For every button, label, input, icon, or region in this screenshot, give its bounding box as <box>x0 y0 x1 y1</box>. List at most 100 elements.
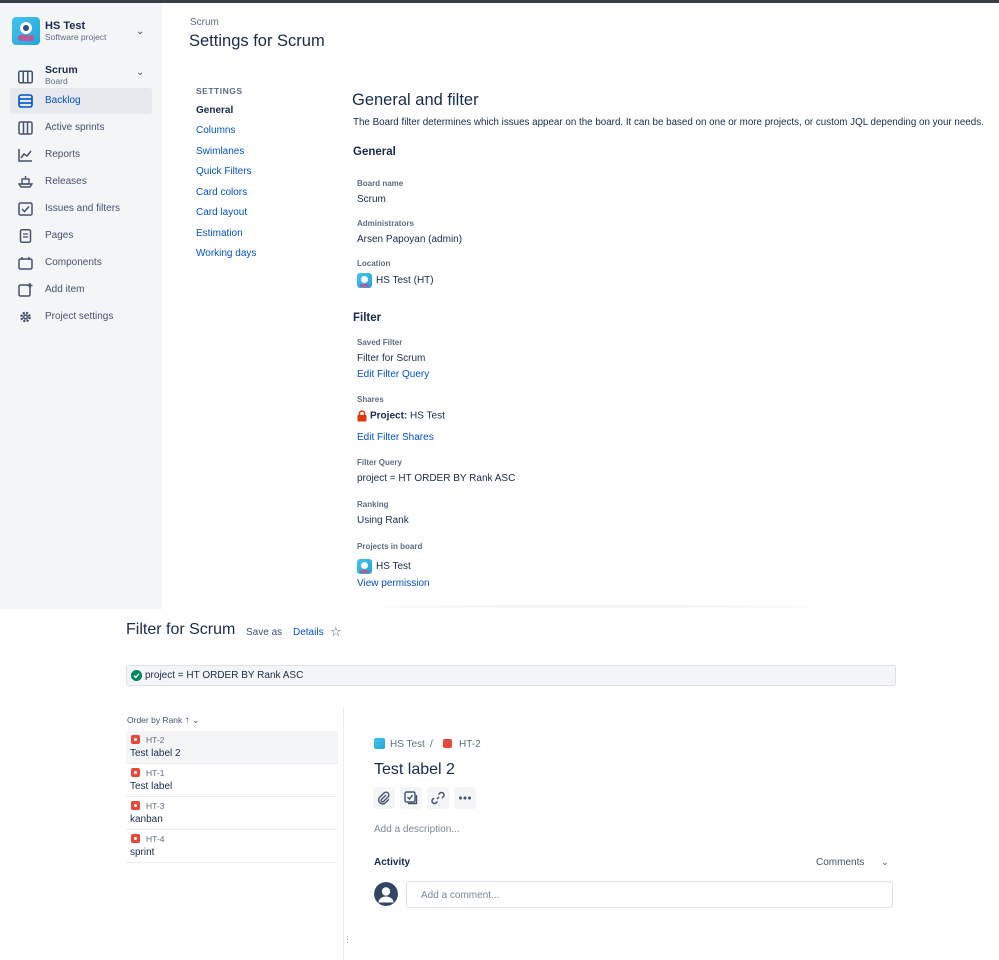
project-in-board[interactable]: HS Test <box>357 559 411 574</box>
jql-query-bar[interactable]: project = HT ORDER BY Rank ASC <box>126 665 896 686</box>
edit-filter-shares-link[interactable]: Edit Filter Shares <box>357 432 434 443</box>
location-value[interactable]: HS Test (HT) <box>357 273 434 288</box>
shares-project: HS Test <box>410 410 445 422</box>
issue-key: HT-1 <box>146 768 165 778</box>
settings-nav-estimation[interactable]: Estimation <box>196 228 243 239</box>
bug-icon <box>443 739 452 748</box>
issue-list-item[interactable]: HT-3 kanban <box>126 797 338 830</box>
details-button[interactable]: Details <box>293 627 324 638</box>
settings-nav-working-days[interactable]: Working days <box>196 248 256 259</box>
issue-summary: Test label <box>130 781 173 792</box>
issue-title[interactable]: Test label 2 <box>374 761 455 779</box>
comment-input[interactable]: Add a comment... <box>406 881 893 908</box>
board-icon <box>18 70 33 84</box>
settings-nav-swimlanes[interactable]: Swimlanes <box>196 146 244 157</box>
arrow-up-icon[interactable]: ↑ <box>185 715 190 726</box>
more-actions-button[interactable] <box>454 787 476 809</box>
chevron-down-icon: ⌄ <box>881 857 889 867</box>
activity-filter-dropdown[interactable]: Comments ⌄ <box>816 857 889 868</box>
sidebar-item-label: Components <box>45 257 102 268</box>
location-text: HS Test (HT) <box>376 275 434 287</box>
detail-breadcrumb-key[interactable]: HT-2 <box>459 739 481 750</box>
settings-nav-quick-filters[interactable]: Quick Filters <box>196 166 252 177</box>
sidebar-item-label: Pages <box>45 230 74 241</box>
board-switcher[interactable]: Scrum Board ⌄ <box>10 63 152 89</box>
subtask-icon <box>404 791 418 805</box>
components-icon <box>18 257 33 270</box>
edit-filter-query-link[interactable]: Edit Filter Query <box>357 369 429 380</box>
issue-summary: sprint <box>130 847 155 858</box>
filter-query-value: project = HT ORDER BY Rank ASC <box>357 473 516 484</box>
project-avatar-icon <box>357 273 372 288</box>
reports-chart-icon <box>18 149 32 162</box>
add-item-icon <box>18 283 33 297</box>
comment-placeholder: Add a comment... <box>421 890 500 901</box>
project-in-board-name: HS Test <box>376 561 411 573</box>
settings-nav-card-colors[interactable]: Card colors <box>196 187 247 198</box>
sidebar-item-label: Backlog <box>45 95 81 106</box>
sidebar-item-label: Add item <box>45 284 85 295</box>
view-permission-link[interactable]: View permission <box>357 578 430 589</box>
board-name-value[interactable]: Scrum <box>357 194 386 205</box>
sidebar-item-issues-and-filters[interactable]: Issues and filters <box>10 196 152 222</box>
project-avatar <box>12 17 40 45</box>
page-title: Settings for Scrum <box>189 32 325 50</box>
order-by-selector[interactable]: Order by Rank ↑ ⌄ <box>127 715 200 726</box>
issue-list-item[interactable]: HT-2 Test label 2 <box>126 731 338 764</box>
sidebar-item-backlog[interactable]: Backlog <box>10 88 152 114</box>
settings-nav-card-layout[interactable]: Card layout <box>196 207 247 218</box>
general-heading: General <box>353 146 396 158</box>
board-type: Board <box>45 76 68 86</box>
chevron-down-icon[interactable]: ⌄ <box>136 67 144 78</box>
breadcrumb-separator: / <box>430 739 433 750</box>
issue-list-item[interactable]: HT-1 Test label <box>126 764 338 797</box>
chevron-down-icon[interactable]: ⌄ <box>192 715 200 725</box>
issue-key: HT-4 <box>146 834 165 844</box>
detail-breadcrumb-project[interactable]: HS Test <box>390 739 425 750</box>
sidebar-item-components[interactable]: Components <box>10 250 152 276</box>
resize-handle-icon[interactable]: · · · <box>346 932 349 947</box>
check-circle-icon <box>131 670 142 681</box>
settings-nav-columns[interactable]: Columns <box>196 125 235 136</box>
panel-divider <box>343 707 344 960</box>
save-as-button[interactable]: Save as <box>246 627 282 638</box>
order-by-label: Order by Rank <box>127 715 183 725</box>
star-icon[interactable]: ☆ <box>330 624 342 640</box>
administrators-value[interactable]: Arsen Papoyan (admin) <box>357 234 462 245</box>
description-field[interactable]: Add a description... <box>374 824 460 835</box>
ranking-value: Using Rank <box>357 515 409 526</box>
sidebar-item-active-sprints[interactable]: Active sprints <box>10 115 152 141</box>
sidebar-item-add-item[interactable]: Add item <box>10 277 152 303</box>
paperclip-icon <box>378 791 390 805</box>
issue-key: HT-2 <box>146 735 165 745</box>
attach-button[interactable] <box>373 787 395 809</box>
create-subtask-button[interactable] <box>400 787 422 809</box>
board-columns-icon <box>18 121 33 135</box>
sidebar-item-reports[interactable]: Reports <box>10 142 152 168</box>
bug-icon <box>131 735 140 744</box>
link-issue-button[interactable] <box>427 787 449 809</box>
saved-filter-value: Filter for Scrum <box>357 353 426 364</box>
project-avatar-icon <box>357 559 372 574</box>
chevron-down-icon[interactable]: ⌄ <box>136 26 144 37</box>
filter-heading: Filter <box>353 312 382 324</box>
shares-prefix: Project: <box>370 410 408 422</box>
sidebar-item-project-settings[interactable]: Project settings <box>10 304 152 330</box>
settings-nav-general[interactable]: General <box>196 105 233 116</box>
section-divider <box>380 605 810 609</box>
project-type: Software project <box>45 32 107 42</box>
filter-query-label: Filter Query <box>357 458 402 467</box>
saved-filter-label: Saved Filter <box>357 338 403 347</box>
more-icon <box>459 796 471 800</box>
issue-list-item[interactable]: HT-4 sprint <box>126 830 338 863</box>
breadcrumb[interactable]: Scrum <box>190 17 219 28</box>
ship-icon <box>18 176 33 188</box>
location-label: Location <box>357 259 391 268</box>
project-header[interactable]: HS Test Software project ⌄ <box>12 17 152 47</box>
sidebar-item-releases[interactable]: Releases <box>10 169 152 195</box>
sidebar-item-label: Project settings <box>45 311 114 322</box>
project-name: HS Test <box>45 20 86 32</box>
link-icon <box>431 791 445 805</box>
user-icon <box>374 882 398 906</box>
sidebar-item-pages[interactable]: Pages <box>10 223 152 249</box>
